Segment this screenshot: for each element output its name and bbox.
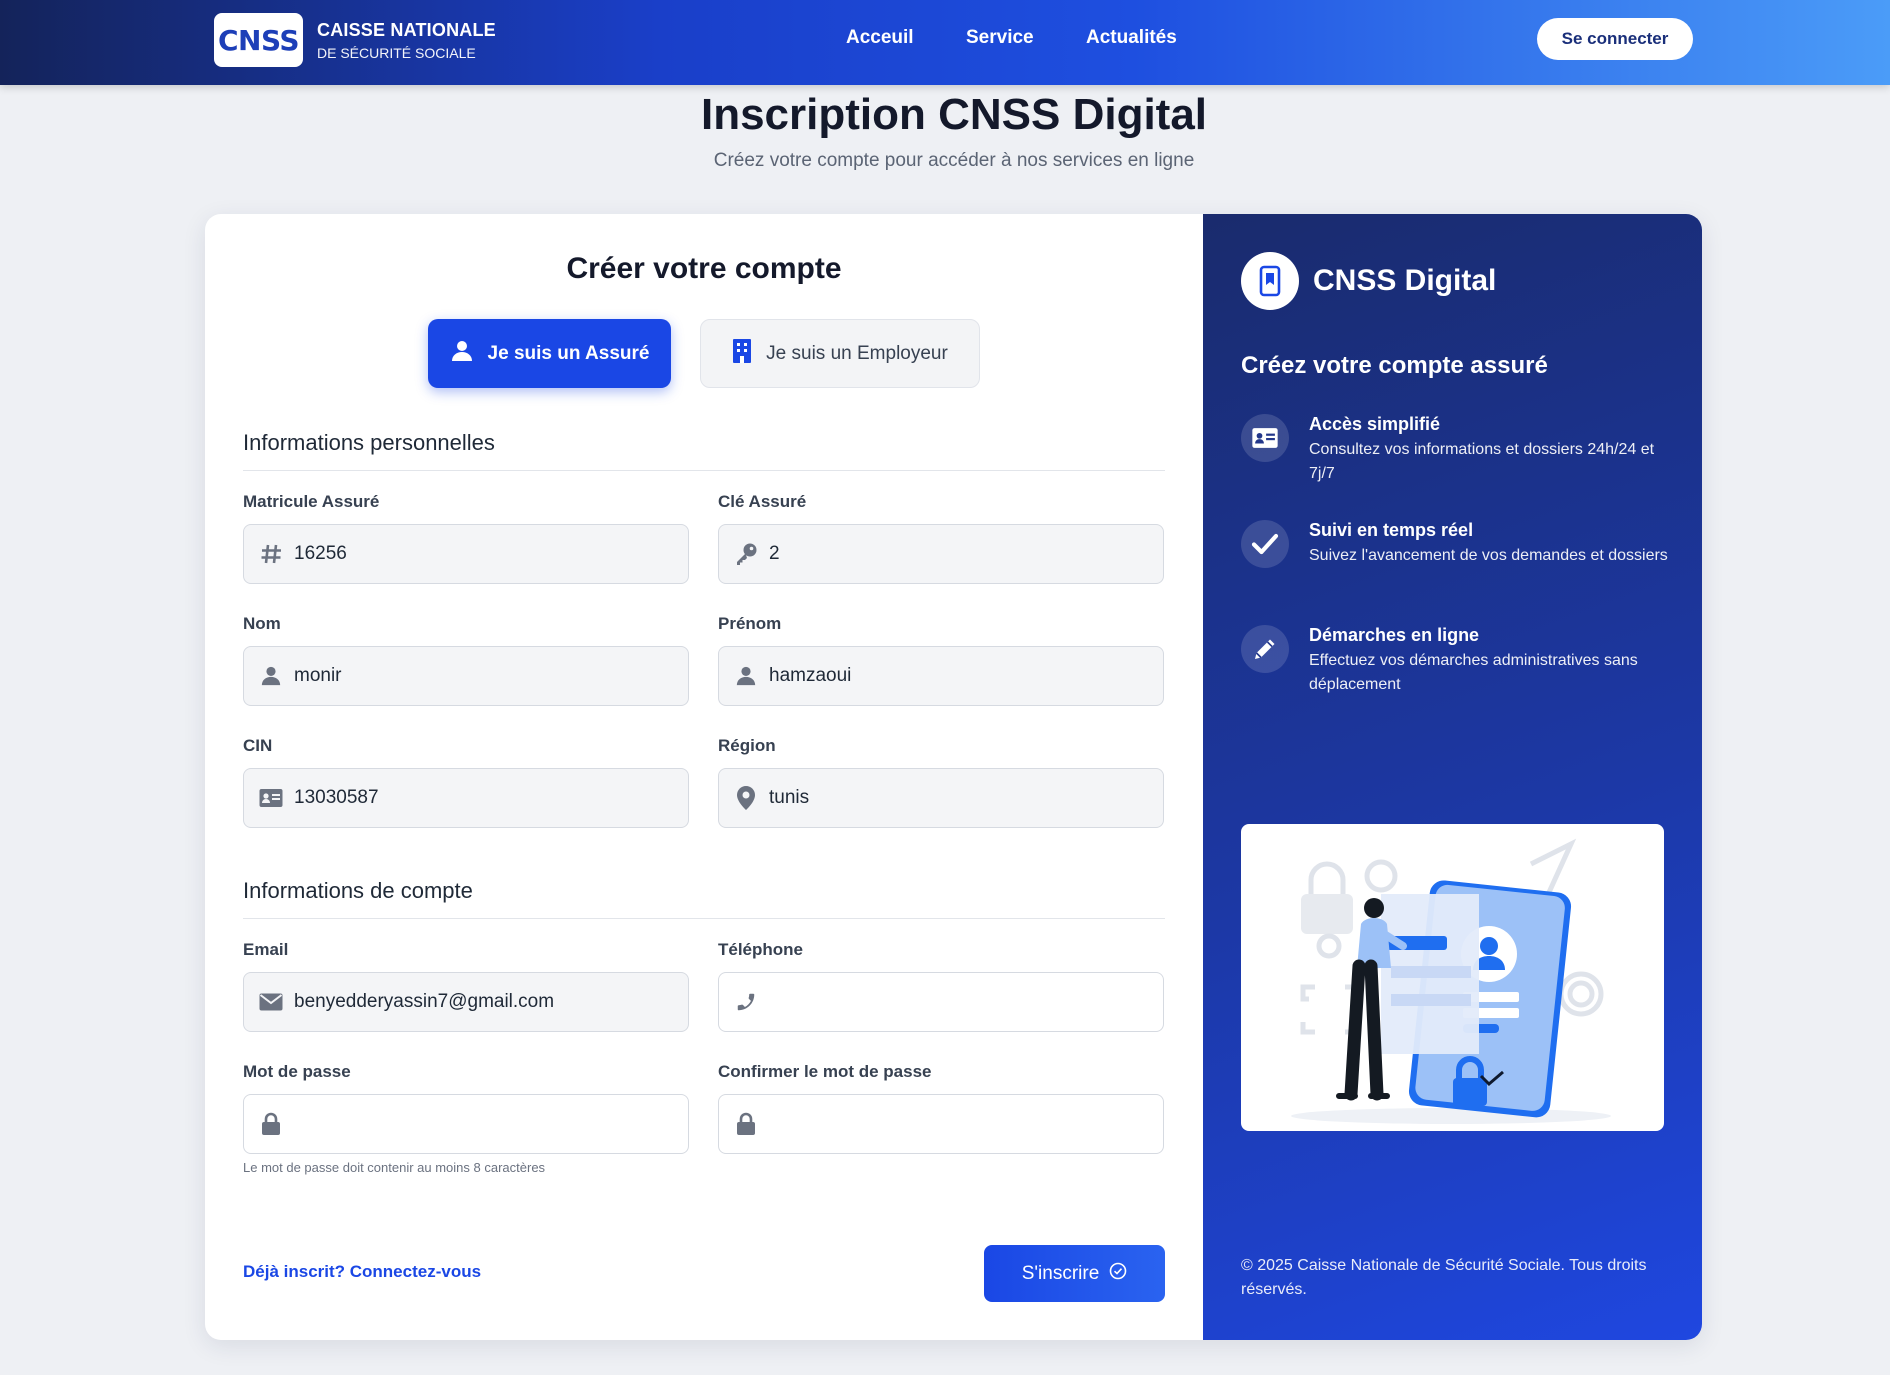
prenom-field[interactable]: hamzaoui: [718, 646, 1164, 706]
telephone-label: Téléphone: [718, 940, 804, 959]
building-icon: [732, 338, 752, 370]
matricule-label: Matricule Assuré: [243, 492, 380, 511]
nav-link-accueil[interactable]: Acceuil: [846, 27, 914, 49]
cin-value: 13030587: [294, 787, 379, 808]
prenom-label: Prénom: [718, 614, 782, 633]
password-label: Mot de passe: [243, 1062, 351, 1081]
confirm-password-label: Confirmer le mot de passe: [718, 1062, 932, 1081]
type-insured-label: Je suis un Assuré: [487, 342, 650, 364]
submit-button[interactable]: S'inscrire: [984, 1245, 1165, 1302]
envelope-icon: [258, 989, 284, 1015]
section-divider: [243, 918, 1165, 919]
connect-button[interactable]: Se connecter: [1537, 18, 1693, 60]
pencil-icon: [1241, 625, 1289, 673]
id-card-icon: [1241, 414, 1289, 462]
cnss-logo[interactable]: CNSS: [214, 13, 303, 67]
email-field[interactable]: benyedderyassin7@gmail.com: [243, 972, 689, 1032]
signup-illustration: [1241, 824, 1664, 1131]
section-divider: [243, 470, 1165, 471]
info-side-pane: CNSS Digital Créez votre compte assuré A…: [1203, 214, 1702, 1340]
confirm-password-field[interactable]: [718, 1094, 1164, 1154]
lock-icon: [258, 1111, 284, 1137]
type-insured-button[interactable]: Je suis un Assuré: [428, 319, 671, 388]
side-brand: CNSS Digital: [1313, 264, 1497, 297]
check-icon: [1241, 520, 1289, 568]
password-hint: Le mot de passe doit contenir au moins 8…: [243, 1160, 546, 1175]
registration-card: Créer votre compte Je suis un Assuré Je …: [205, 214, 1702, 1340]
email-value: benyedderyassin7@gmail.com: [294, 991, 555, 1012]
page-subtitle: Créez votre compte pour accéder à nos se…: [713, 150, 1195, 171]
feature-desc: Effectuez vos démarches administratives …: [1309, 652, 1638, 693]
nom-field[interactable]: monir: [243, 646, 689, 706]
type-employer-button[interactable]: Je suis un Employeur: [700, 319, 980, 388]
feature-title: Suivi en temps réel: [1309, 520, 1474, 540]
nom-label: Nom: [243, 614, 281, 633]
telephone-field[interactable]: [718, 972, 1164, 1032]
prenom-value: hamzaoui: [769, 665, 852, 686]
mobile-icon: [1241, 252, 1299, 310]
feature-title: Démarches en ligne: [1309, 625, 1480, 645]
email-label: Email: [243, 940, 289, 959]
hash-icon: [258, 541, 284, 567]
submit-label: S'inscrire: [1021, 1262, 1100, 1284]
map-pin-icon: [733, 785, 759, 811]
check-circle-icon: [1109, 1262, 1127, 1286]
user-icon: [450, 339, 474, 369]
matricule-field[interactable]: 16256: [243, 524, 689, 584]
cin-label: CIN: [243, 736, 273, 755]
cle-field[interactable]: 2: [718, 524, 1164, 584]
side-heading: Créez votre compte assuré: [1241, 352, 1548, 379]
copyright: © 2025 Caisse Nationale de Sécurité Soci…: [1241, 1257, 1647, 1298]
org-name: CAISSE NATIONALE DE SÉCURITÉ SOCIALE: [317, 20, 496, 61]
login-link[interactable]: Déjà inscrit? Connectez-vous: [243, 1262, 481, 1282]
key-icon: [733, 541, 759, 567]
cin-field[interactable]: 13030587: [243, 768, 689, 828]
nav-link-actualites[interactable]: Actualités: [1086, 27, 1177, 49]
lock-icon: [733, 1111, 759, 1137]
region-label: Région: [718, 736, 776, 755]
org-name-line2: DE SÉCURITÉ SOCIALE: [317, 45, 476, 61]
cle-value: 2: [769, 543, 780, 564]
matricule-value: 16256: [294, 543, 347, 564]
feature-title: Accès simplifié: [1309, 414, 1441, 434]
section-personal-title: Informations personnelles: [243, 430, 495, 455]
type-employer-label: Je suis un Employeur: [766, 342, 948, 364]
nav-link-service[interactable]: Service: [966, 27, 1034, 49]
org-name-line1: CAISSE NATIONALE: [317, 20, 496, 40]
phone-icon: [733, 989, 759, 1015]
feature-desc: Consultez vos informations et dossiers 2…: [1309, 441, 1655, 482]
user-icon: [733, 663, 759, 689]
section-account-title: Informations de compte: [243, 878, 473, 903]
navbar: CNSS CAISSE NATIONALE DE SÉCURITÉ SOCIAL…: [0, 0, 1890, 85]
password-field[interactable]: [243, 1094, 689, 1154]
page-title: Inscription CNSS Digital: [700, 90, 1208, 139]
user-icon: [258, 663, 284, 689]
feature-desc: Suivez l'avancement de vos demandes et d…: [1309, 547, 1668, 564]
cle-label: Clé Assuré: [718, 492, 807, 511]
nom-value: monir: [294, 665, 342, 686]
region-value: tunis: [769, 787, 810, 808]
region-field[interactable]: tunis: [718, 768, 1164, 828]
form-title: Créer votre compte: [566, 252, 842, 285]
form-pane: Créer votre compte Je suis un Assuré Je …: [205, 214, 1203, 1340]
id-card-icon: [258, 785, 284, 811]
